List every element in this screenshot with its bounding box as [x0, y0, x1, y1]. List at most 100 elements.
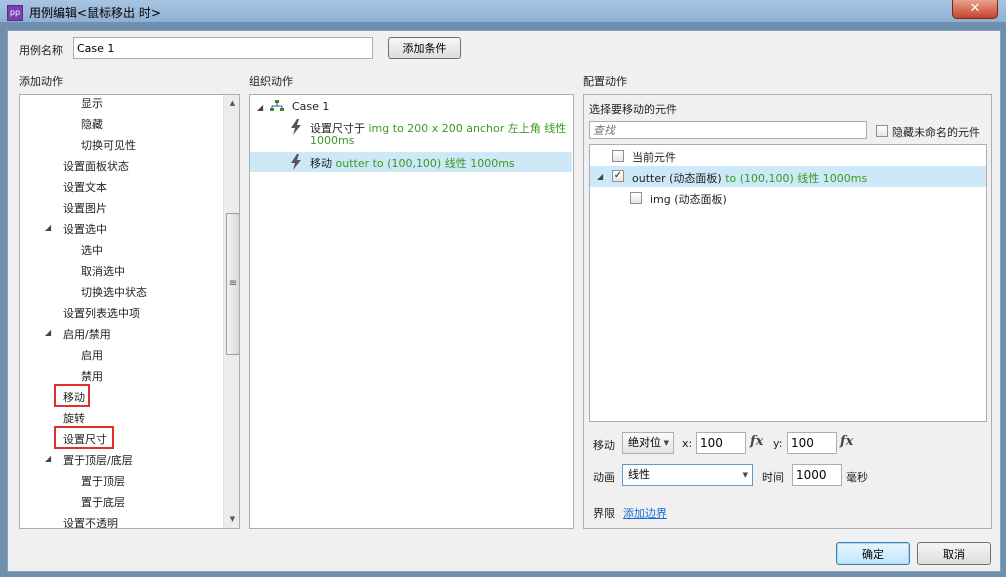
scroll-up-icon[interactable]: ▲ [224, 95, 239, 112]
action-tree-item[interactable]: 启用 [20, 343, 223, 364]
action-tree-item[interactable]: 置于底层 [20, 490, 223, 511]
action-tree-label: 置于底层 [81, 496, 125, 509]
action-tree-item[interactable]: 旋转 [20, 406, 223, 427]
action-tree-panel: 显示隐藏切换可见性设置面板状态 设置文本设置图片 ◢ 设置选中选中取消选中切换选中状态… [19, 94, 240, 529]
action-tree-label: 隐藏 [81, 118, 103, 131]
dialog-body: 用例名称 添加条件 添加动作 组织动作 配置动作 显示隐藏切换可见性设置面板状态… [7, 30, 1001, 572]
action-tree-label: 设置图片 [63, 202, 107, 215]
widget-checkbox[interactable] [612, 150, 624, 162]
expand-triangle-icon[interactable]: ◢ [45, 223, 51, 232]
x-fx-button[interactable]: fx [750, 434, 763, 449]
action-tree-label: 设置文本 [63, 181, 107, 194]
select-widget-heading: 选择要移动的元件 [589, 103, 677, 116]
action-tree-item[interactable]: 切换可见性 [20, 133, 223, 154]
action-tree-item[interactable]: 取消选中 [20, 259, 223, 280]
organize-action-item[interactable]: 设置尺寸于 img to 200 x 200 anchor 左上角 线性 100… [250, 117, 572, 151]
action-tree-label: 置于顶层 [81, 475, 125, 488]
case-label[interactable]: Case 1 [292, 100, 329, 113]
time-unit-label: 毫秒 [846, 471, 868, 484]
expand-triangle-icon[interactable]: ◢ [45, 328, 51, 337]
action-tree-item[interactable]: 设置面板状态 [20, 154, 223, 175]
action-tree-label: 设置列表选中项 [63, 307, 140, 320]
action-tree-item[interactable]: 设置图片 [20, 196, 223, 217]
action-tree-item[interactable]: 设置文本 [20, 175, 223, 196]
time-input[interactable] [792, 464, 842, 486]
action-tree-item[interactable]: 设置尺寸 [20, 426, 223, 449]
hide-unnamed-label: 隐藏未命名的元件 [892, 126, 980, 139]
action-tree-label: 禁用 [81, 370, 103, 383]
case-name-label: 用例名称 [19, 44, 63, 57]
action-verb: 移动 [310, 157, 332, 170]
action-tree-item[interactable]: ◢ 启用/禁用 [20, 322, 223, 343]
action-tree-item[interactable]: ◢ 设置选中 [20, 217, 223, 238]
widget-checkbox-checked[interactable]: ✓ [612, 170, 624, 182]
widget-row[interactable]: 当前元件 [590, 145, 986, 166]
action-tree-label: 设置不透明 [63, 517, 118, 529]
x-label: x: [682, 437, 693, 450]
organize-action-panel: ◢ Case 1 设置尺寸于 img to 200 x 200 anchor 左… [249, 94, 574, 529]
action-tree-item[interactable]: 移动 [20, 384, 223, 407]
widget-row-selected[interactable]: ◢ ✓ outter (动态面板) to (100,100) 线性 1000ms [590, 166, 986, 187]
y-fx-button[interactable]: fx [840, 434, 853, 449]
action-tree-item[interactable]: 隐藏 [20, 112, 223, 133]
animate-value: 线性 [628, 468, 650, 481]
add-bounds-link[interactable]: 添加边界 [623, 505, 667, 521]
highlight-box [54, 426, 114, 449]
ok-button[interactable]: 确定 [836, 542, 910, 565]
close-button[interactable]: ✕ [952, 0, 998, 19]
action-detail-green: 左上角 线性 [507, 122, 567, 135]
time-label: 时间 [762, 471, 784, 484]
action-tree-label: 设置面板状态 [63, 160, 129, 173]
widget-name: outter (动态面板) [632, 172, 722, 185]
app-icon: pp [7, 5, 23, 21]
action-tree-item[interactable]: 禁用 [20, 364, 223, 385]
case-tree-icon [270, 100, 284, 111]
action-tree-label: 取消选中 [81, 265, 125, 278]
action-tree-item[interactable]: 选中 [20, 238, 223, 259]
action-detail-line2: 1000ms [310, 134, 355, 147]
action-tree-label: 启用/禁用 [63, 328, 111, 341]
action-tree-item[interactable]: ◢ 置于顶层/底层 [20, 448, 223, 469]
x-input[interactable] [696, 432, 746, 454]
cancel-button[interactable]: 取消 [917, 542, 991, 565]
action-tree-scrollbar[interactable]: ▲ ≡ ▼ [223, 95, 239, 528]
move-mode-select[interactable]: 绝对位 ▼ [622, 432, 674, 454]
add-condition-button[interactable]: 添加条件 [388, 37, 461, 59]
organize-action-item-selected[interactable]: 移动 outter to (100,100) 线性 1000ms [250, 152, 572, 172]
action-tree-label: 切换选中状态 [81, 286, 147, 299]
title-bar: pp 用例编辑<鼠标移出 时> ✕ [0, 0, 1006, 22]
expand-triangle-icon[interactable]: ◢ [45, 454, 51, 463]
action-tree-label: 置于顶层/底层 [63, 454, 133, 467]
case-name-input[interactable] [73, 37, 373, 59]
lightning-icon [291, 119, 301, 135]
move-mode-value: 绝对位 [628, 436, 661, 449]
expand-triangle-icon[interactable]: ◢ [257, 103, 263, 112]
window-title: 用例编辑<鼠标移出 时> [29, 6, 161, 20]
animate-label: 动画 [593, 471, 615, 484]
action-tree-item[interactable]: 设置不透明 [20, 511, 223, 529]
action-tree-item[interactable]: 置于顶层 [20, 469, 223, 490]
scroll-thumb[interactable]: ≡ [226, 213, 239, 355]
action-tree-item[interactable]: 切换选中状态 [20, 280, 223, 301]
scroll-down-icon[interactable]: ▼ [224, 511, 239, 528]
animate-select[interactable]: 线性 ▼ [622, 464, 753, 486]
action-tree-label: 切换可见性 [81, 139, 136, 152]
action-tree-item[interactable]: 显示 [20, 95, 223, 112]
action-tree-item[interactable]: 设置列表选中项 [20, 301, 223, 322]
widget-detail: to (100,100) 线性 1000ms [725, 172, 868, 185]
y-input[interactable] [787, 432, 837, 454]
widget-search-input[interactable] [589, 121, 867, 139]
move-label: 移动 [593, 439, 615, 452]
widget-checkbox[interactable] [630, 192, 642, 204]
config-action-panel: 选择要移动的元件 隐藏未命名的元件 当前元件 ◢ ✓ outter (动态面板)… [583, 94, 992, 529]
action-tree-label: 启用 [81, 349, 103, 362]
chevron-down-icon: ▼ [742, 471, 748, 479]
action-tree-label: 设置选中 [63, 223, 107, 236]
lightning-icon [291, 154, 301, 170]
action-tree-label: 显示 [81, 97, 103, 110]
widget-list: 当前元件 ◢ ✓ outter (动态面板) to (100,100) 线性 1… [589, 144, 987, 422]
expand-triangle-icon[interactable]: ◢ [597, 172, 603, 181]
config-action-heading: 配置动作 [583, 75, 627, 88]
widget-row[interactable]: img (动态面板) [590, 187, 986, 208]
hide-unnamed-checkbox[interactable] [876, 125, 888, 137]
